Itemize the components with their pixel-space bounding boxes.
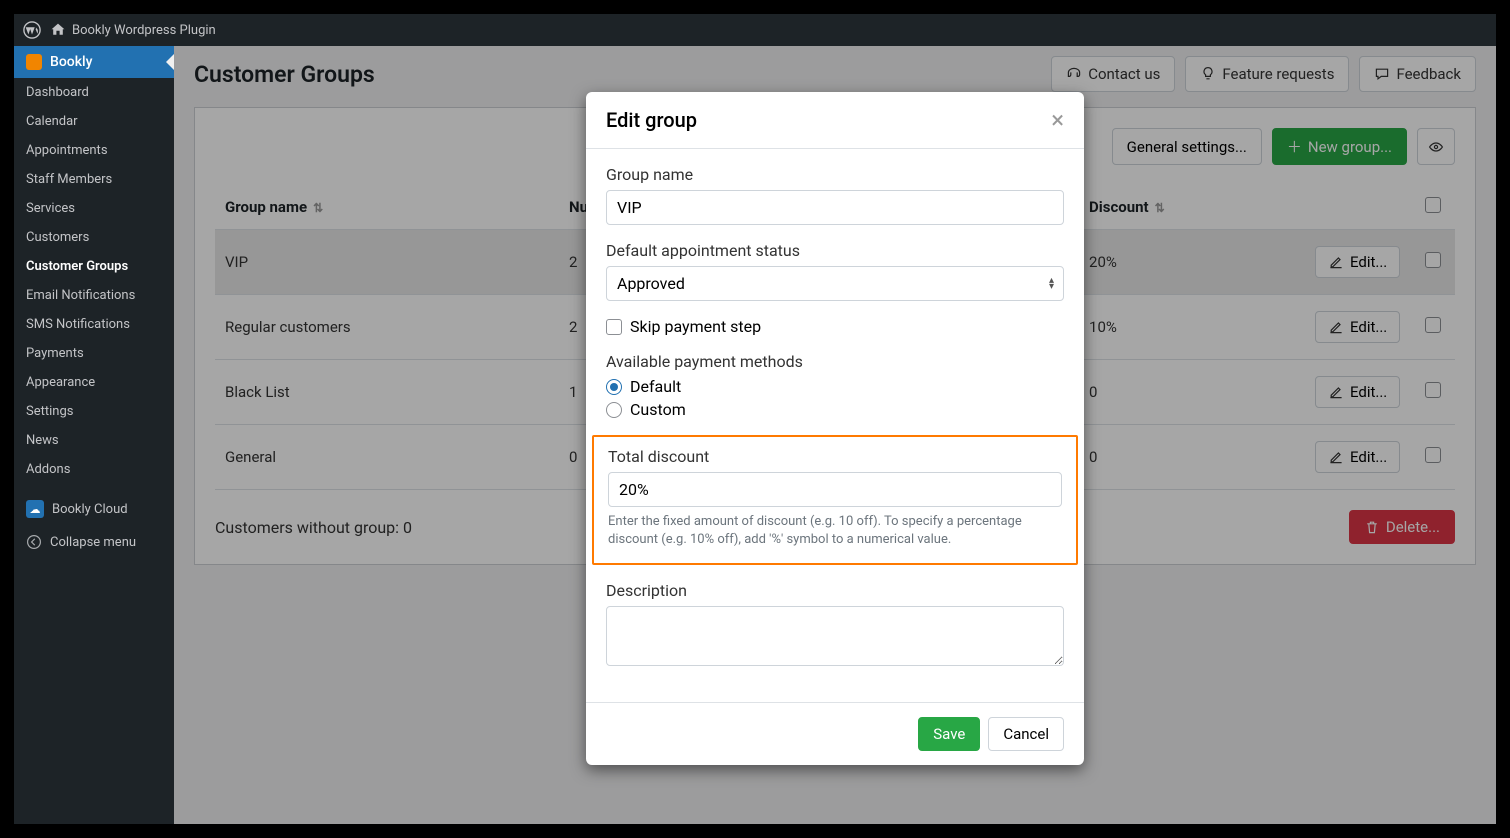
sidebar-bookly-cloud[interactable]: ☁ Bookly Cloud bbox=[14, 492, 174, 526]
sidebar-item-staff-members[interactable]: Staff Members bbox=[14, 165, 174, 194]
wordpress-icon[interactable] bbox=[22, 20, 42, 40]
edit-group-modal: Edit group × Group name Default appointm… bbox=[586, 92, 1084, 765]
group-name-label: Group name bbox=[606, 165, 1064, 184]
save-button[interactable]: Save bbox=[918, 717, 980, 751]
sidebar-top-bookly[interactable]: Bookly bbox=[14, 46, 174, 78]
admin-bar: Bookly Wordpress Plugin bbox=[14, 14, 1496, 46]
sidebar-item-news[interactable]: News bbox=[14, 426, 174, 455]
skip-payment-label: Skip payment step bbox=[630, 317, 761, 336]
discount-highlight: Total discount Enter the fixed amount of… bbox=[592, 435, 1078, 565]
sidebar-item-calendar[interactable]: Calendar bbox=[14, 107, 174, 136]
site-name-text: Bookly Wordpress Plugin bbox=[72, 23, 216, 38]
group-name-input[interactable] bbox=[606, 190, 1064, 225]
sidebar-item-customer-groups[interactable]: Customer Groups bbox=[14, 252, 174, 281]
cancel-button[interactable]: Cancel bbox=[988, 717, 1064, 751]
discount-label: Total discount bbox=[608, 447, 1062, 466]
bookly-icon bbox=[26, 54, 42, 70]
payment-default-radio[interactable] bbox=[606, 379, 622, 395]
status-select[interactable]: Approved bbox=[606, 266, 1064, 301]
discount-help: Enter the fixed amount of discount (e.g.… bbox=[608, 513, 1062, 549]
modal-close-button[interactable]: × bbox=[1051, 108, 1064, 132]
discount-input[interactable] bbox=[608, 472, 1062, 507]
sidebar-item-settings[interactable]: Settings bbox=[14, 397, 174, 426]
description-textarea[interactable] bbox=[606, 606, 1064, 666]
sidebar-item-email-notifications[interactable]: Email Notifications bbox=[14, 281, 174, 310]
admin-sidebar: Bookly DashboardCalendarAppointmentsStaf… bbox=[14, 46, 174, 824]
sidebar-item-addons[interactable]: Addons bbox=[14, 455, 174, 484]
cloud-icon: ☁ bbox=[26, 500, 44, 518]
description-label: Description bbox=[606, 581, 1064, 600]
sidebar-item-customers[interactable]: Customers bbox=[14, 223, 174, 252]
sidebar-item-sms-notifications[interactable]: SMS Notifications bbox=[14, 310, 174, 339]
skip-payment-checkbox[interactable] bbox=[606, 319, 622, 335]
site-link[interactable]: Bookly Wordpress Plugin bbox=[50, 22, 216, 38]
sidebar-item-services[interactable]: Services bbox=[14, 194, 174, 223]
sidebar-item-appearance[interactable]: Appearance bbox=[14, 368, 174, 397]
modal-title: Edit group bbox=[606, 108, 697, 132]
payment-methods-label: Available payment methods bbox=[606, 352, 1064, 371]
payment-custom-radio[interactable] bbox=[606, 402, 622, 418]
sidebar-item-appointments[interactable]: Appointments bbox=[14, 136, 174, 165]
sidebar-item-payments[interactable]: Payments bbox=[14, 339, 174, 368]
active-arrow-icon bbox=[166, 54, 174, 70]
sidebar-item-dashboard[interactable]: Dashboard bbox=[14, 78, 174, 107]
status-label: Default appointment status bbox=[606, 241, 1064, 260]
main-content: Customer Groups Contact us Feature reque… bbox=[174, 46, 1496, 824]
collapse-menu[interactable]: Collapse menu bbox=[14, 526, 174, 558]
